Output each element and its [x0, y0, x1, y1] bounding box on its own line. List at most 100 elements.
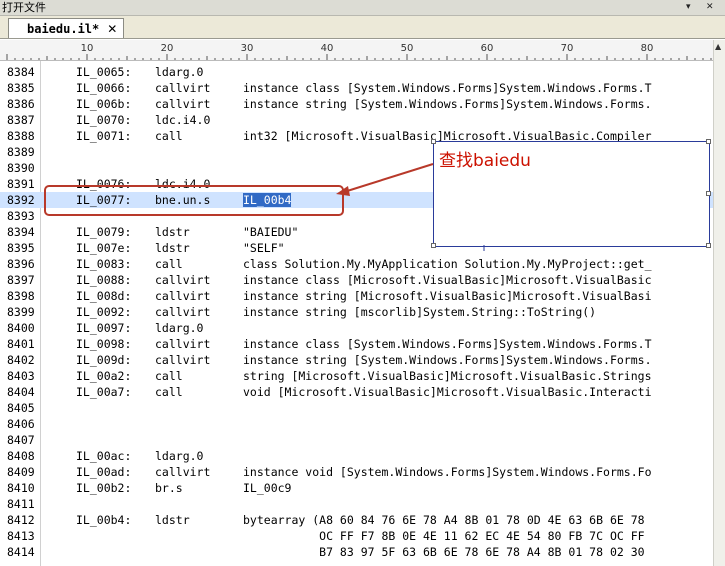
code-line[interactable]: 8398 IL_008d: callvirt instance string [Mic…: [0, 288, 713, 304]
code-line[interactable]: 8410 IL_00b2: br.s IL_00c9: [0, 480, 713, 496]
line-number: 8402: [7, 353, 35, 367]
line-number: 8391: [7, 177, 35, 191]
line-number: 8399: [7, 305, 35, 319]
il-operand: instance string [System.Windows.Forms]Sy…: [243, 97, 652, 111]
il-opcode: callvirt: [155, 353, 211, 367]
dropdown-icon[interactable]: ▾: [686, 1, 691, 14]
close-icon[interactable]: ✕: [706, 1, 714, 14]
code-line[interactable]: 8386 IL_006b: callvirt instance string [Sys…: [0, 96, 713, 112]
annotation-text: 查找baiedu: [439, 151, 531, 171]
code-line[interactable]: 8397 IL_0088: callvirt instance class [Micr…: [0, 272, 713, 288]
il-operand: instance class [Microsoft.VisualBasic]Mi…: [243, 273, 652, 287]
il-label: IL_0092:: [76, 305, 132, 319]
il-label: IL_006b:: [76, 97, 132, 111]
il-opcode: ldarg.0: [155, 65, 204, 79]
il-opcode: call: [155, 385, 183, 399]
il-label: IL_00b2:: [76, 481, 132, 495]
code-line[interactable]: 8396 IL_0083: call class Solution.My.MyAppl…: [0, 256, 713, 272]
il-opcode: br.s: [155, 481, 183, 495]
il-opcode: callvirt: [155, 81, 211, 95]
line-number: 8393: [7, 209, 35, 223]
il-opcode: call: [155, 129, 183, 143]
line-number: 8390: [7, 161, 35, 175]
column-ruler: 10 20 30 40 50 60 70 80: [0, 40, 725, 61]
code-line[interactable]: 8404 IL_00a7: call void [Microsoft.VisualBa…: [0, 384, 713, 400]
il-opcode: ldc.i4.0: [155, 113, 211, 127]
il-label: IL_00a2:: [76, 369, 132, 383]
code-line[interactable]: 8387 IL_0070: ldc.i4.0: [0, 112, 713, 128]
code-line[interactable]: 8384 IL_0065: ldarg.0: [0, 64, 713, 80]
line-number: 8387: [7, 113, 35, 127]
line-number: 8392: [7, 193, 35, 207]
il-label: IL_007e:: [76, 241, 132, 255]
line-number: 8395: [7, 241, 35, 255]
il-label: IL_0071:: [76, 129, 132, 143]
code-editor[interactable]: 8384 IL_0065: ldarg.0 8385 IL_0066: callvirt i…: [0, 61, 713, 566]
ruler-label: 10: [81, 43, 94, 54]
code-line[interactable]: 8412 IL_00b4: ldstr bytearray (A8 60 84 76 …: [0, 512, 713, 528]
line-number: 8394: [7, 225, 35, 239]
il-opcode: callvirt: [155, 97, 211, 111]
line-number: 8403: [7, 369, 35, 383]
il-label: IL_0097:: [76, 321, 132, 335]
il-label: IL_0083:: [76, 257, 132, 271]
code-line[interactable]: 8401 IL_0098: callvirt instance class [Syst…: [0, 336, 713, 352]
ruler-ticks: 10 20 30 40 50 60 70 80: [6, 43, 712, 60]
code-line[interactable]: 8413 OC FF F7 8B 0E 4E 11 62 EC 4E 54 80…: [0, 528, 713, 544]
code-line[interactable]: 8406: [0, 416, 713, 432]
code-line[interactable]: 8385 IL_0066: callvirt instance class [Syst…: [0, 80, 713, 96]
line-number: 8404: [7, 385, 35, 399]
highlight-annotation-box: [44, 185, 344, 216]
code-line[interactable]: 8402 IL_009d: callvirt instance string [Sys…: [0, 352, 713, 368]
il-label: IL_00ad:: [76, 465, 132, 479]
ruler-label: 40: [321, 43, 334, 54]
il-label: IL_0070:: [76, 113, 132, 127]
code-line[interactable]: 8414 B7 83 97 5F 63 6B 6E 78 6E 78 A4 8B…: [0, 544, 713, 560]
ruler-label: 60: [481, 43, 494, 54]
il-label: IL_0065:: [76, 65, 132, 79]
il-operand: class Solution.My.MyApplication Solution…: [243, 257, 652, 271]
code-line[interactable]: 8409 IL_00ad: callvirt instance void [Syste…: [0, 464, 713, 480]
tab-baiedu-il[interactable]: baiedu.il* ✕: [8, 18, 125, 38]
code-line[interactable]: 8405: [0, 400, 713, 416]
line-number: 8384: [7, 65, 35, 79]
code-line[interactable]: 8408 IL_00ac: ldarg.0: [0, 448, 713, 464]
il-label: IL_0088:: [76, 273, 132, 287]
il-label: IL_0079:: [76, 225, 132, 239]
line-number: 8409: [7, 465, 35, 479]
il-operand: instance class [System.Windows.Forms]Sys…: [243, 81, 652, 95]
resize-handle: [706, 191, 711, 196]
line-number: 8407: [7, 433, 35, 447]
line-number: 8410: [7, 481, 35, 495]
tab-close-icon[interactable]: ✕: [107, 22, 117, 36]
code-line[interactable]: 8400 IL_0097: ldarg.0: [0, 320, 713, 336]
line-number: 8413: [7, 529, 35, 543]
il-operand: B7 83 97 5F 63 6B 6E 78 6E 78 A4 8B 01 7…: [243, 545, 645, 559]
il-opcode: call: [155, 369, 183, 383]
code-line[interactable]: 8403 IL_00a2: call string [Microsoft.Visual…: [0, 368, 713, 384]
code-line[interactable]: 8411: [0, 496, 713, 512]
line-number: 8385: [7, 81, 35, 95]
tab-label: baiedu.il*: [27, 21, 100, 36]
code-line[interactable]: 8399 IL_0092: callvirt instance string [msc…: [0, 304, 713, 320]
il-operand: void [Microsoft.VisualBasic]Microsoft.Vi…: [243, 385, 652, 399]
line-number: 8408: [7, 449, 35, 463]
il-operand: string [Microsoft.VisualBasic]Microsoft.…: [243, 369, 652, 383]
il-operand: instance string [Microsoft.VisualBasic]M…: [243, 289, 652, 303]
il-operand: instance void [System.Windows.Forms]Syst…: [243, 465, 652, 479]
il-label: IL_0066:: [76, 81, 132, 95]
il-operand: IL_00c9: [243, 481, 292, 495]
il-opcode: callvirt: [155, 337, 211, 351]
il-opcode: callvirt: [155, 273, 211, 287]
il-operand: instance string [System.Windows.Forms]Sy…: [243, 353, 652, 367]
vertical-scrollbar[interactable]: ▲: [713, 40, 725, 566]
line-number: 8388: [7, 129, 35, 143]
scroll-up-icon[interactable]: ▲: [715, 42, 721, 51]
il-opcode: ldstr: [155, 241, 190, 255]
resize-handle: [431, 243, 436, 248]
il-opcode: callvirt: [155, 305, 211, 319]
code-line[interactable]: 8407: [0, 432, 713, 448]
tab-strip: baiedu.il* ✕: [0, 16, 725, 39]
il-operand: "SELF": [243, 241, 285, 255]
ruler-label: 20: [161, 43, 174, 54]
